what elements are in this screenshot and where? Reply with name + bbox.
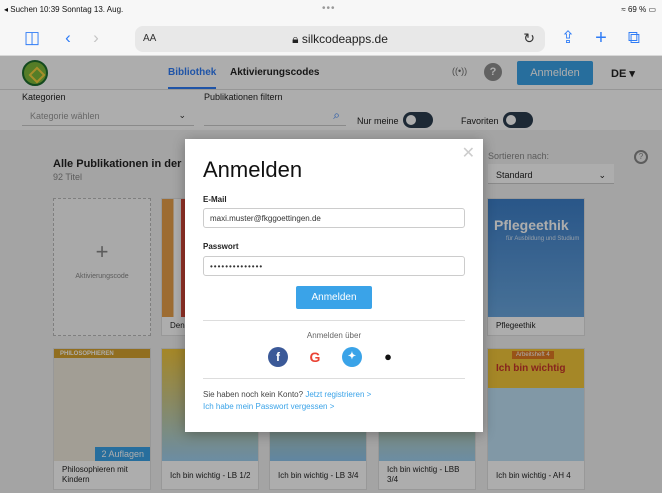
status-left: ◂ Suchen 10:39 Sonntag 13. Aug. — [4, 5, 123, 14]
google-icon[interactable]: G — [305, 347, 325, 367]
email-label: E-Mail — [203, 195, 227, 204]
register-prompt: Sie haben noch kein Konto? Jetzt registr… — [203, 390, 372, 399]
back-icon[interactable]: ‹ — [58, 28, 78, 48]
reload-icon[interactable]: ↻ — [523, 30, 535, 47]
back-to-search[interactable]: ◂ Suchen — [4, 5, 37, 14]
email-field[interactable]: maxi.muster@fkggoettingen.de — [203, 208, 465, 228]
address-bar[interactable]: AA 🔒︎ silkcodeapps.de ↻ — [135, 26, 545, 52]
sidebar-icon[interactable]: ◫ — [22, 28, 42, 48]
divider — [203, 320, 465, 321]
wifi-icon: ≈ — [621, 5, 626, 14]
login-modal: ✕ Anmelden E-Mail maxi.muster@fkggoettin… — [185, 139, 483, 432]
password-field[interactable]: •••••••••••••• — [203, 256, 465, 276]
modal-title: Anmelden — [203, 157, 303, 182]
twitter-icon[interactable]: ✦ — [342, 347, 362, 367]
status-date: Sonntag 13. Aug. — [61, 5, 124, 14]
login-submit-button[interactable]: Anmelden — [296, 286, 372, 309]
close-icon[interactable]: ✕ — [462, 143, 475, 163]
status-right: ≈ 69 % ▭ — [621, 5, 656, 14]
password-label: Passwort — [203, 242, 239, 251]
login-via-label: Anmelden über — [306, 331, 362, 340]
divider — [203, 378, 465, 379]
lock-icon: 🔒︎ — [292, 32, 302, 46]
tabs-icon[interactable]: ⧉ — [624, 28, 644, 48]
forward-icon[interactable]: › — [86, 28, 106, 48]
new-tab-icon[interactable]: + — [591, 28, 611, 48]
url-text: 🔒︎ silkcodeapps.de — [292, 32, 388, 46]
forgot-password-link[interactable]: Ich habe mein Passwort vergessen > — [203, 402, 334, 411]
register-link[interactable]: Jetzt registrieren > — [305, 390, 371, 399]
facebook-icon[interactable]: f — [268, 347, 288, 367]
status-time: 10:39 — [39, 5, 60, 14]
battery-icon: ▭ — [648, 5, 656, 14]
battery-level: 69 % — [627, 5, 647, 14]
multitask-dots-icon[interactable]: ••• — [322, 3, 336, 14]
apple-icon[interactable]: ● — [378, 347, 398, 367]
browser-toolbar: ◫ ‹ › AA 🔒︎ silkcodeapps.de ↻ ⇪ + ⧉ — [0, 20, 662, 56]
share-icon[interactable]: ⇪ — [558, 28, 578, 48]
status-bar: ◂ Suchen 10:39 Sonntag 13. Aug. ••• ≈ 69… — [0, 0, 662, 20]
